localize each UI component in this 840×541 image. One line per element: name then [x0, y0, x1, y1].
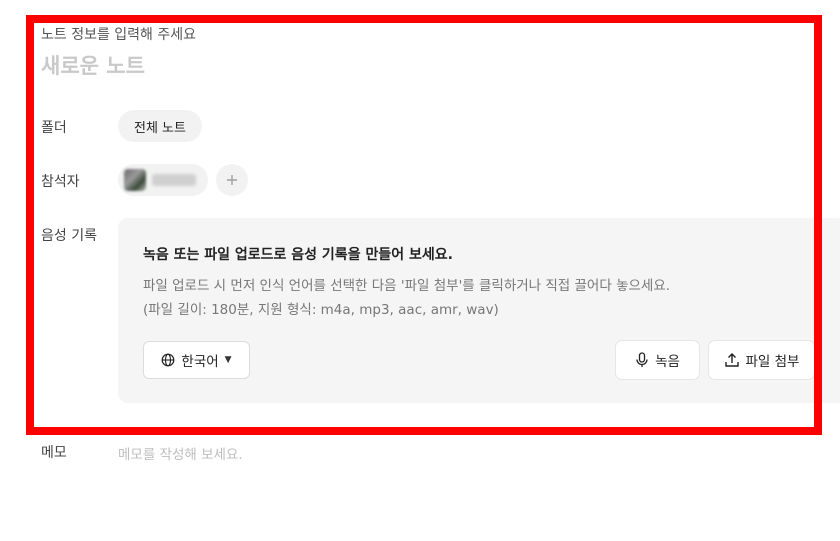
note-form: 노트 정보를 입력해 주세요 새로운 노트 폴더 전체 노트 참석자 음성 기록… — [0, 0, 840, 541]
memo-label: 메모 — [41, 445, 67, 461]
memo-input[interactable]: 메모를 작성해 보세요. — [118, 443, 243, 463]
highlight-box — [26, 15, 822, 435]
